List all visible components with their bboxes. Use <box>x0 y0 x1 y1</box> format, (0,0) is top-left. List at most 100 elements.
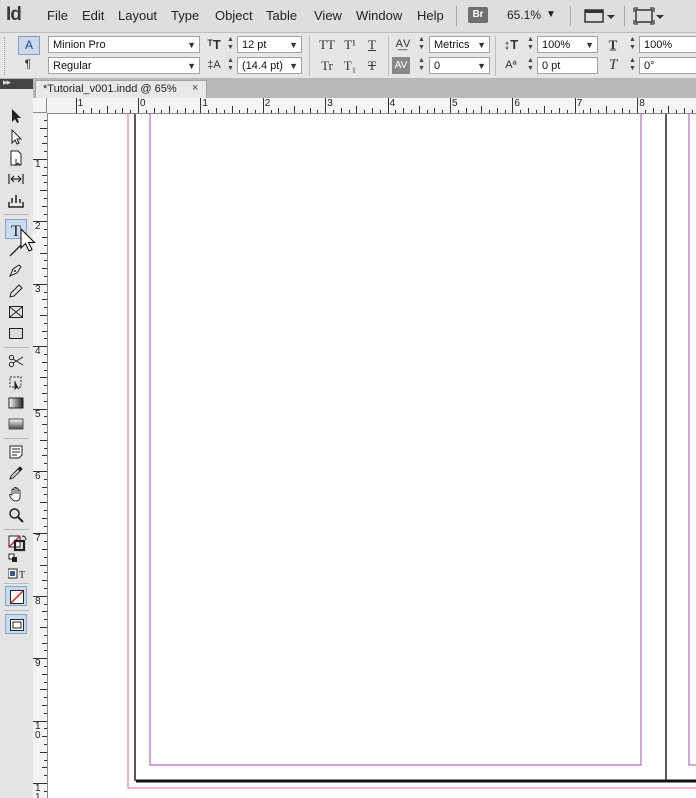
ruler-tick <box>668 106 670 113</box>
kerning-select[interactable]: Metrics ▼ <box>429 36 490 53</box>
view-options-icon[interactable] <box>582 6 622 26</box>
collapse-icon[interactable]: ▸▸ <box>3 77 11 88</box>
ruler-label: 6 <box>514 98 520 109</box>
ruler-tick <box>42 455 47 457</box>
kerning-stepper[interactable]: ▲ ▼ <box>417 36 426 53</box>
ruler-origin[interactable] <box>33 98 47 113</box>
font-size-field[interactable]: 12 pt ▼ <box>237 36 302 53</box>
character-formatting-button[interactable]: A <box>18 36 40 55</box>
zoom-dropdown-icon[interactable]: ▼ <box>546 9 556 20</box>
chevron-down-icon: ▼ <box>477 40 486 50</box>
ruler-tick <box>418 106 420 113</box>
menubar: Id File Edit Layout Type Object Table Vi… <box>0 0 696 33</box>
menu-table[interactable]: Table <box>266 8 297 23</box>
screen-mode[interactable] <box>5 614 27 634</box>
vertical-scale-field[interactable]: 100% ▼ <box>537 36 598 53</box>
menu-layout[interactable]: Layout <box>118 8 157 23</box>
gap-tool[interactable] <box>5 169 27 189</box>
menu-edit[interactable]: Edit <box>82 8 104 23</box>
bridge-button[interactable]: Br <box>468 7 488 23</box>
superscript-icon[interactable]: T¹ <box>339 36 361 53</box>
menu-view[interactable]: View <box>314 8 342 23</box>
hand-tool[interactable] <box>5 484 27 504</box>
ruler-tick <box>356 106 358 113</box>
skew-stepper[interactable]: ▲ ▼ <box>628 57 637 74</box>
free-transform-tool[interactable] <box>5 372 27 392</box>
document-canvas[interactable] <box>48 114 696 798</box>
leading-field[interactable]: (14.4 pt) ▼ <box>237 57 302 74</box>
horizontal-ruler[interactable]: 1 0 1 2 3 4 5 6 7 8 <box>47 98 696 114</box>
direct-selection-tool[interactable] <box>5 127 27 147</box>
rectangle-frame-tool[interactable] <box>5 302 27 322</box>
close-icon[interactable]: × <box>192 82 198 94</box>
zoom-level[interactable]: 65.1% <box>507 8 541 22</box>
ruler-tick <box>42 549 47 550</box>
underline-icon[interactable]: T <box>361 36 383 53</box>
subscript-icon[interactable]: T₁ <box>339 57 361 74</box>
ruler-tick <box>42 673 47 675</box>
ruler-tick <box>42 486 47 488</box>
eyedropper-tool[interactable] <box>5 463 27 483</box>
ruler-tick <box>582 110 584 113</box>
ruler-tick <box>44 416 47 418</box>
menu-file[interactable]: File <box>47 8 68 23</box>
ruler-tick <box>44 400 47 402</box>
selection-tool[interactable] <box>5 106 27 126</box>
baseline-shift-stepper[interactable]: ▲ ▼ <box>526 57 535 74</box>
horizontal-scale-field[interactable]: 100% <box>639 36 696 53</box>
document-tab[interactable]: *Tutorial_v001.indd @ 65% × <box>35 80 207 98</box>
note-tool[interactable] <box>5 442 27 462</box>
content-collector-tool[interactable] <box>5 190 27 210</box>
ruler-tick <box>42 517 47 519</box>
all-caps-icon[interactable]: TT <box>316 36 338 53</box>
menu-type[interactable]: Type <box>171 8 199 23</box>
ruler-tick <box>372 108 373 113</box>
skew-field[interactable]: 0° <box>639 57 696 74</box>
baseline-shift-field[interactable]: 0 pt <box>537 57 598 74</box>
font-family-select[interactable]: Minion Pro ▼ <box>48 36 200 53</box>
zoom-tool[interactable] <box>5 505 27 525</box>
strikethrough-icon[interactable]: T <box>361 57 383 74</box>
ruler-tick <box>512 98 514 113</box>
ruler-tick <box>457 110 459 113</box>
skew-value: 0° <box>644 60 655 72</box>
vertical-ruler[interactable]: 1234567891011 <box>33 113 48 798</box>
formatting-affects-container[interactable]: T <box>5 565 27 581</box>
ruler-tick <box>559 108 561 113</box>
menu-window[interactable]: Window <box>356 8 402 23</box>
font-size-value: 12 pt <box>242 39 267 51</box>
panel-grip[interactable] <box>4 37 7 75</box>
tracking-field[interactable]: 0 ▼ <box>429 57 490 74</box>
pencil-tool[interactable] <box>5 281 27 301</box>
ruler-tick <box>465 108 467 113</box>
scissors-tool[interactable] <box>5 351 27 371</box>
page-tool[interactable] <box>5 148 27 168</box>
gradient-feather-tool[interactable] <box>5 414 27 434</box>
ruler-tick <box>44 478 47 480</box>
ruler-label: 5 <box>452 98 458 109</box>
screen-mode-icon[interactable] <box>632 6 672 26</box>
bleed-guide <box>127 114 696 789</box>
ruler-tick <box>75 98 77 113</box>
apply-none[interactable] <box>5 586 27 606</box>
tracking-stepper[interactable]: ▲ ▼ <box>417 57 426 74</box>
menu-help[interactable]: Help <box>417 8 444 23</box>
leading-stepper[interactable]: ▲ ▼ <box>226 57 235 74</box>
pen-tool[interactable] <box>5 260 27 280</box>
font-size-stepper[interactable]: ▲ ▼ <box>226 36 235 53</box>
menu-object[interactable]: Object <box>215 8 253 23</box>
gradient-swatch-tool[interactable] <box>5 393 27 413</box>
ruler-tick <box>216 108 217 113</box>
tools-panel-header[interactable]: ▸▸ <box>0 77 33 89</box>
horizontal-scale-stepper[interactable]: ▲ ▼ <box>628 36 637 53</box>
vertical-scale-stepper[interactable]: ▲ ▼ <box>526 36 535 53</box>
ruler-tick <box>42 642 47 644</box>
small-caps-icon[interactable]: Tr <box>316 57 338 74</box>
ruler-tick <box>44 322 47 324</box>
paragraph-formatting-button[interactable]: ¶ <box>18 56 38 73</box>
rectangle-tool[interactable] <box>5 323 27 343</box>
ruler-tick <box>44 494 47 496</box>
fill-stroke-swatch[interactable] <box>5 533 27 563</box>
ruler-tick <box>33 346 47 348</box>
font-style-select[interactable]: Regular ▼ <box>48 57 200 74</box>
